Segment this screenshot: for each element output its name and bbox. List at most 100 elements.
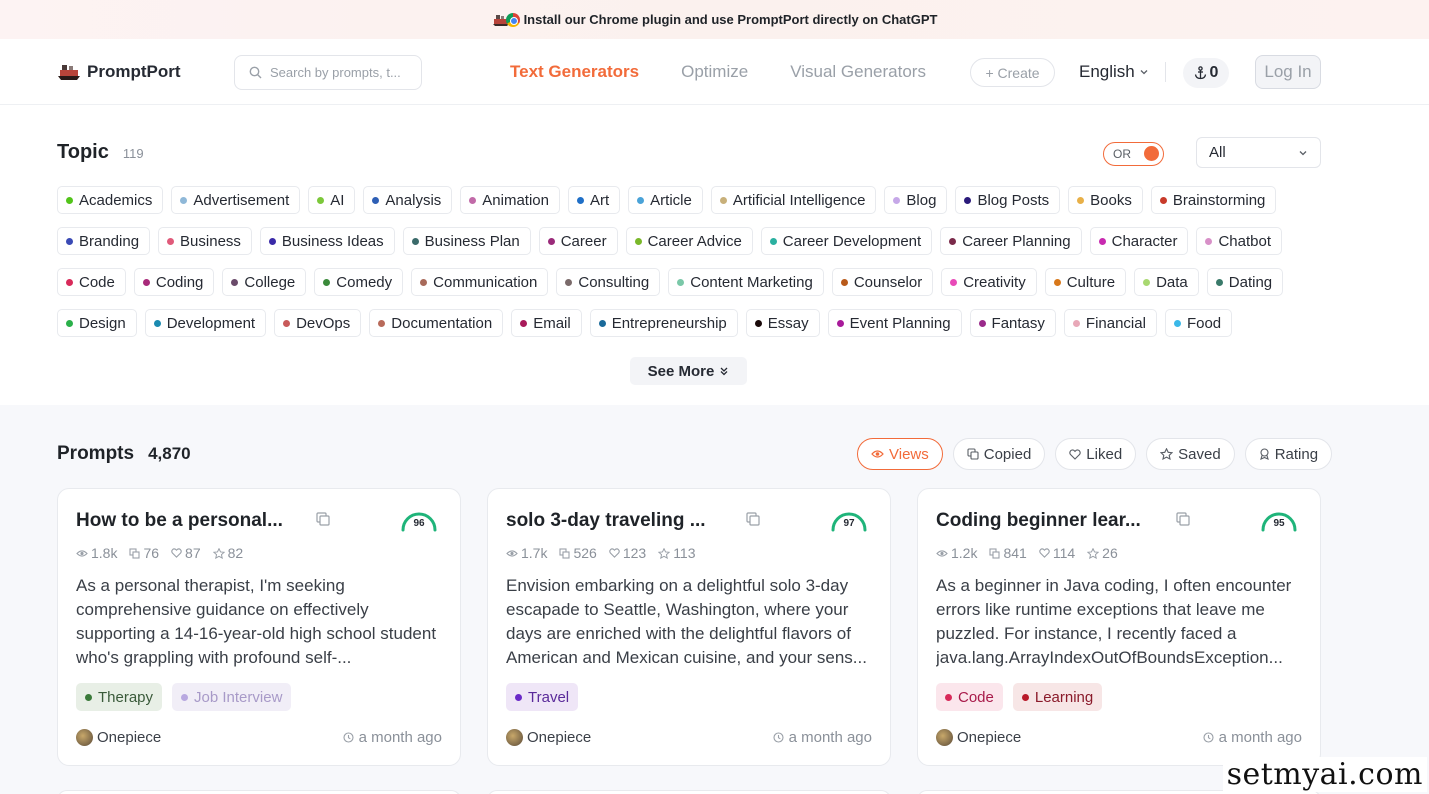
topic-tag[interactable]: Consulting <box>556 268 661 296</box>
topic-tag-label: Brainstorming <box>1172 191 1266 209</box>
topic-tag[interactable]: Artificial Intelligence <box>710 186 877 214</box>
sort-rating-button[interactable]: Rating <box>1244 438 1333 470</box>
nav-optimize[interactable]: Optimize <box>681 62 748 82</box>
topic-tag[interactable]: Blog <box>884 186 948 214</box>
card-title[interactable]: How to be a personal... <box>76 510 296 532</box>
topic-tag[interactable]: Animation <box>460 186 560 214</box>
nav-visual-generators[interactable]: Visual Generators <box>790 62 926 82</box>
topic-tag[interactable]: Business <box>158 227 252 255</box>
topic-tag[interactable]: Entrepreneurship <box>589 309 738 337</box>
topic-tag[interactable]: Fantasy <box>969 309 1056 337</box>
card-time: a month ago <box>343 729 442 746</box>
topic-tag[interactable]: Branding <box>57 227 151 255</box>
views-count: 1.7k <box>521 545 548 561</box>
copy-icon[interactable] <box>1176 512 1190 526</box>
topic-tag[interactable]: Career Development <box>760 227 933 255</box>
topic-tag[interactable]: Data <box>1134 268 1199 296</box>
topic-tag-label: Business <box>180 232 241 250</box>
topic-tag[interactable]: Communication <box>411 268 549 296</box>
card-tags: Code Learning <box>936 683 1103 711</box>
topic-tag[interactable]: Career Planning <box>940 227 1082 255</box>
topic-tag[interactable]: Culture <box>1044 268 1127 296</box>
topic-tag[interactable]: College <box>222 268 307 296</box>
topic-tag[interactable]: Business Ideas <box>259 227 395 255</box>
card-tag[interactable]: Therapy <box>76 683 163 711</box>
sort-saved-button[interactable]: Saved <box>1146 438 1235 470</box>
site-logo[interactable]: PromptPort <box>57 62 181 82</box>
topic-tag[interactable]: Academics <box>57 186 164 214</box>
prompts-count: 4,870 <box>148 444 191 463</box>
ship-logo-icon <box>58 64 80 80</box>
sort-views-button[interactable]: Views <box>857 438 943 470</box>
topic-tag[interactable]: Documentation <box>369 309 504 337</box>
topic-tag[interactable]: DevOps <box>274 309 362 337</box>
card-author[interactable]: Onepiece <box>936 729 1021 746</box>
sort-rating-label: Rating <box>1274 445 1319 463</box>
topic-tag[interactable]: Blog Posts <box>955 186 1061 214</box>
topic-tag[interactable]: Analysis <box>363 186 453 214</box>
points-badge[interactable]: 0 <box>1183 58 1229 88</box>
or-toggle[interactable]: OR <box>1103 142 1164 166</box>
login-button[interactable]: Log In <box>1255 55 1321 89</box>
topic-tag-label: Books <box>1090 191 1132 209</box>
topic-tag[interactable]: Content Marketing <box>668 268 824 296</box>
topic-tag[interactable]: Email <box>511 309 582 337</box>
topic-tag[interactable]: Dating <box>1206 268 1284 296</box>
card-tag[interactable]: Travel <box>506 683 579 711</box>
topic-tag[interactable]: Books <box>1068 186 1143 214</box>
topic-tag[interactable]: Essay <box>745 309 820 337</box>
sort-copied-button[interactable]: Copied <box>952 438 1046 470</box>
topic-tag[interactable]: Comedy <box>314 268 404 296</box>
search-box[interactable] <box>234 55 422 90</box>
topic-tag[interactable]: Code <box>57 268 126 296</box>
topic-tag[interactable]: Coding <box>133 268 215 296</box>
topic-tag[interactable]: Career <box>538 227 618 255</box>
chrome-plugin-banner[interactable]: Install our Chrome plugin and use Prompt… <box>0 0 1429 39</box>
card-tag[interactable]: Job Interview <box>172 683 292 711</box>
topic-tag[interactable]: Development <box>144 309 267 337</box>
see-more-button[interactable]: See More <box>630 357 747 385</box>
topic-tag[interactable]: Article <box>628 186 703 214</box>
search-input[interactable] <box>270 65 400 80</box>
create-button[interactable]: + Create <box>970 58 1055 87</box>
sort-liked-button[interactable]: Liked <box>1055 438 1137 470</box>
topic-tag[interactable]: AI <box>308 186 356 214</box>
copies-count: 76 <box>143 545 160 561</box>
language-selector[interactable]: English <box>1079 39 1149 105</box>
topic-tag[interactable]: Financial <box>1063 309 1157 337</box>
card-title[interactable]: solo 3-day traveling ... <box>506 510 726 532</box>
copy-icon[interactable] <box>316 512 330 526</box>
card-tag[interactable]: Learning <box>1012 683 1103 711</box>
tag-dot <box>576 196 584 204</box>
topic-tag[interactable]: Design <box>57 309 137 337</box>
topic-tag[interactable]: Art <box>567 186 621 214</box>
copy-icon <box>989 547 1001 559</box>
tag-dot <box>323 278 331 286</box>
card-tag[interactable]: Code <box>936 683 1003 711</box>
topic-tag-label: Content Marketing <box>690 273 813 291</box>
topic-tag[interactable]: Counselor <box>831 268 934 296</box>
topic-tag[interactable]: Business Plan <box>402 227 531 255</box>
prompt-card[interactable]: solo 3-day traveling ... 97 1.7k 526 123 <box>487 488 891 766</box>
topic-tag[interactable]: Advertisement <box>171 186 301 214</box>
prompt-card[interactable]: How to be a personal... 96 1.8k 76 87 82… <box>57 488 461 766</box>
topic-tag[interactable]: Career Advice <box>625 227 753 255</box>
copy-icon[interactable] <box>746 512 760 526</box>
topic-tag[interactable]: Food <box>1164 309 1233 337</box>
topic-tag-label: Culture <box>1066 273 1116 291</box>
card-description: As a personal therapist, I'm seeking com… <box>76 576 437 667</box>
topic-tag[interactable]: Character <box>1089 227 1189 255</box>
likes-stat: 114 <box>1039 545 1075 561</box>
card-author[interactable]: Onepiece <box>76 729 161 746</box>
topic-tag[interactable]: Chatbot <box>1196 227 1283 255</box>
card-title[interactable]: Coding beginner lear... <box>936 510 1156 532</box>
nav-text-generators[interactable]: Text Generators <box>510 62 639 82</box>
topic-tag[interactable]: Event Planning <box>827 309 962 337</box>
card-author[interactable]: Onepiece <box>506 729 591 746</box>
topic-filter-select[interactable]: All <box>1196 137 1321 168</box>
topic-tag[interactable]: Brainstorming <box>1150 186 1277 214</box>
topic-tag[interactable]: Creativity <box>941 268 1037 296</box>
prompt-card[interactable]: Coding beginner lear... 95 1.2k 841 114 <box>917 488 1321 766</box>
author-name: Onepiece <box>97 729 162 746</box>
topic-tag-label: Event Planning <box>849 314 951 332</box>
